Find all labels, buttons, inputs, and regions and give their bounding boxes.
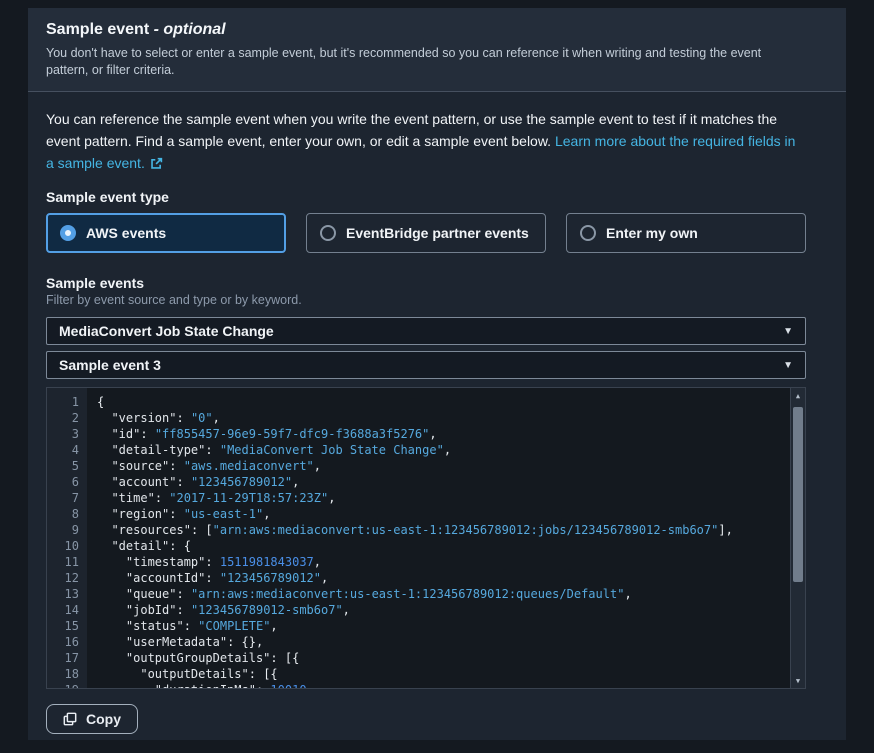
page-title: Sample event - optional — [46, 21, 806, 39]
copy-button[interactable]: Copy — [46, 704, 138, 734]
sample-event-type-tiles: AWS events EventBridge partner events En… — [46, 213, 806, 253]
copy-icon — [63, 712, 77, 726]
sample-event-type-label: Sample event type — [46, 189, 806, 205]
event-source-select-value: MediaConvert Job State Change — [59, 323, 274, 339]
panel-body: You can reference the sample event when … — [28, 92, 846, 734]
scroll-down-icon[interactable]: ▼ — [791, 673, 805, 688]
page-title-optional: - optional — [154, 21, 226, 38]
sample-events-label: Sample events — [46, 275, 806, 291]
tile-eventbridge-partner-events[interactable]: EventBridge partner events — [306, 213, 546, 253]
editor-scrollbar[interactable]: ▲ ▼ — [790, 388, 805, 688]
copy-button-label: Copy — [86, 711, 121, 727]
chevron-down-icon: ▼ — [783, 360, 793, 371]
tile-label: AWS events — [86, 225, 166, 241]
tile-enter-my-own[interactable]: Enter my own — [566, 213, 806, 253]
page-title-text: Sample event — [46, 21, 154, 38]
event-source-select[interactable]: MediaConvert Job State Change ▼ — [46, 317, 806, 345]
sample-event-select[interactable]: Sample event 3 ▼ — [46, 351, 806, 379]
scrollbar-thumb[interactable] — [793, 407, 803, 582]
sample-event-editor[interactable]: 12345678910111213141516171819 { "version… — [46, 387, 806, 689]
radio-icon — [580, 225, 596, 241]
radio-icon — [320, 225, 336, 241]
sample-events-hint: Filter by event source and type or by ke… — [46, 293, 806, 307]
header-description: You don't have to select or enter a samp… — [46, 45, 806, 79]
chevron-down-icon: ▼ — [783, 326, 793, 337]
scrollbar-track[interactable] — [791, 403, 805, 673]
external-link-icon[interactable] — [150, 154, 163, 176]
panel-header: Sample event - optional You don't have t… — [28, 8, 846, 92]
sample-event-select-value: Sample event 3 — [59, 357, 161, 373]
tile-label: EventBridge partner events — [346, 225, 529, 241]
editor-line-numbers: 12345678910111213141516171819 — [47, 388, 87, 688]
editor-code[interactable]: { "version": "0", "id": "ff855457-96e9-5… — [87, 388, 805, 688]
sample-event-panel: Sample event - optional You don't have t… — [28, 8, 846, 740]
intro-text: You can reference the sample event when … — [46, 108, 806, 176]
scroll-up-icon[interactable]: ▲ — [791, 388, 805, 403]
tile-label: Enter my own — [606, 225, 698, 241]
tile-aws-events[interactable]: AWS events — [46, 213, 286, 253]
radio-icon — [60, 225, 76, 241]
